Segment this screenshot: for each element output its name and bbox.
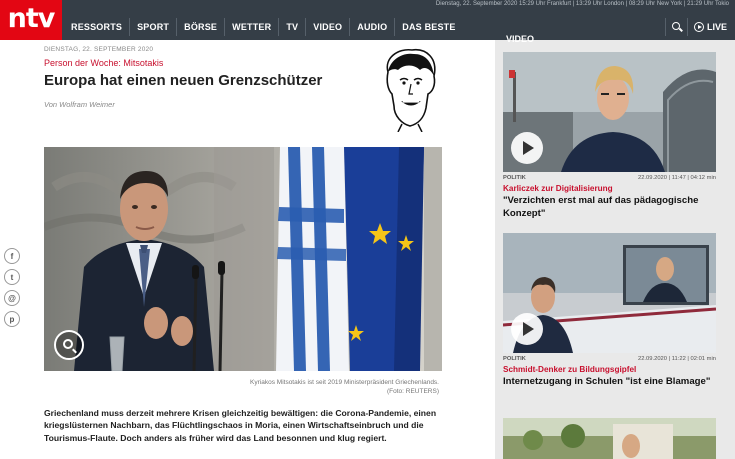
nav-ressorts[interactable]: RESSORTS (64, 18, 129, 36)
teaser-meta: POLITIK 22.09.2020 | 11:47 | 04:12 min (503, 175, 716, 181)
image-caption: Kyriakos Mitsotakis ist seit 2019 Minist… (139, 378, 439, 396)
teaser-timestamp: 22.09.2020 | 11:22 | 02:01 min (637, 356, 716, 362)
teaser-kicker[interactable]: Schmidt-Denker zu Bildungsgipfel (503, 365, 716, 374)
article-hero-image[interactable] (44, 147, 442, 371)
nav-wetter[interactable]: WETTER (224, 18, 278, 36)
nav-sport[interactable]: SPORT (129, 18, 176, 36)
nav-tools: LIVE (664, 18, 735, 36)
main-navigation: RESSORTS SPORT BÖRSE WETTER TV VIDEO AUD… (64, 18, 463, 36)
nav-das-beste[interactable]: DAS BESTE (394, 18, 462, 36)
nav-boerse[interactable]: BÖRSE (176, 18, 224, 36)
video-thumbnail[interactable] (503, 418, 716, 459)
twitter-share-icon[interactable]: t (4, 269, 20, 285)
nav-tv[interactable]: TV (278, 18, 305, 36)
article-lead: Griechenland muss derzeit mehrere Krisen… (44, 408, 437, 443)
top-bar: ntv Dienstag, 22. September 2020 15:29 U… (0, 0, 735, 40)
caption-text: Kyriakos Mitsotakis ist seit 2019 Minist… (250, 379, 439, 386)
facebook-share-icon[interactable]: f (4, 248, 20, 264)
video-thumbnail[interactable] (503, 52, 716, 172)
video-teaser[interactable]: POLITIK 22.09.2020 | 11:22 | 02:01 min S… (503, 233, 716, 389)
author-portrait-sketch (386, 48, 436, 132)
search-button[interactable] (664, 18, 687, 36)
article-kicker: Person der Woche: Mitsotakis (44, 58, 164, 68)
live-button[interactable]: LIVE (686, 18, 735, 36)
magnifier-icon (63, 339, 73, 349)
pinterest-share-icon[interactable]: p (4, 311, 20, 327)
teaser-headline[interactable]: Internetzugang in Schulen "ist eine Blam… (503, 376, 716, 389)
article: DIENSTAG, 22. SEPTEMBER 2020 Person der … (0, 40, 495, 459)
play-icon[interactable] (511, 313, 543, 345)
article-author[interactable]: Von Wolfram Weimer (44, 100, 115, 109)
ntv-logo[interactable]: ntv (0, 0, 62, 40)
teaser-meta: POLITIK 22.09.2020 | 11:22 | 02:01 min (503, 356, 716, 362)
video-teaser[interactable] (503, 418, 716, 459)
zoom-button[interactable] (54, 330, 84, 360)
play-icon[interactable] (511, 132, 543, 164)
share-bar: f t @ p (4, 248, 20, 327)
video-thumbnail[interactable] (503, 233, 716, 353)
teaser-category: POLITIK (503, 356, 526, 362)
email-share-icon[interactable]: @ (4, 290, 20, 306)
teaser-kicker[interactable]: Karliczek zur Digitalisierung (503, 184, 716, 193)
teaser-headline[interactable]: "Verzichten erst mal auf das pädagogisch… (503, 195, 716, 220)
nav-video[interactable]: VIDEO (305, 18, 349, 36)
live-label: LIVE (706, 22, 727, 32)
caption-credit: (Foto: REUTERS) (386, 388, 439, 395)
nav-audio[interactable]: AUDIO (349, 18, 394, 36)
play-circle-icon (693, 22, 704, 32)
teaser-category: POLITIK (503, 175, 526, 181)
article-headline: Europa hat einen neuen Grenzschützer (44, 72, 323, 89)
video-teaser[interactable]: POLITIK 22.09.2020 | 11:47 | 04:12 min K… (503, 52, 716, 220)
video-sidebar: VIDEO POLITIK 22.09.2020 | 11:47 | 04:12… (495, 34, 735, 459)
article-date: DIENSTAG, 22. SEPTEMBER 2020 (44, 46, 154, 53)
market-time-ticker: Dienstag, 22. September 2020 15:29 Uhr F… (435, 1, 729, 7)
sidebar-title: VIDEO (506, 34, 535, 44)
teaser-timestamp: 22.09.2020 | 11:47 | 04:12 min (637, 175, 716, 181)
